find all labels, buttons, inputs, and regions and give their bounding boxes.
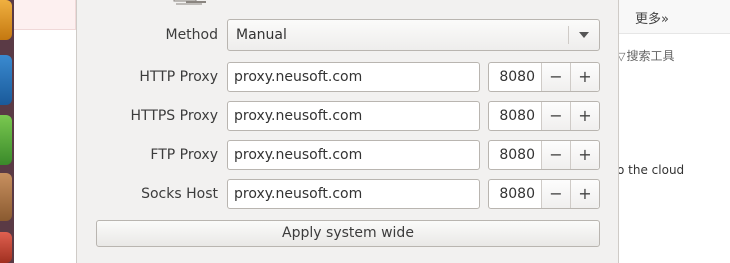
ftp-proxy-port-spinner: 8080 − + [488,140,600,170]
chevron-down-icon [579,32,589,38]
launcher [0,0,14,263]
launcher-app-icon[interactable] [0,0,12,40]
method-combobox[interactable]: Manual [227,19,600,51]
decrement-button[interactable]: − [541,63,570,91]
increment-button[interactable]: + [570,63,599,91]
apply-system-wide-button[interactable]: Apply system wide [96,220,600,247]
ftp-proxy-host-input[interactable]: proxy.neusoft.com [227,140,480,170]
port-value[interactable]: 8080 [489,102,541,130]
launcher-app-icon[interactable] [0,55,12,105]
decrement-button[interactable]: − [541,102,570,130]
socks-host-label: Socks Host [141,186,218,202]
network-proxy-dialog: Method Manual HTTP Proxy proxy.neusoft.c… [76,0,619,263]
background-panel [14,0,76,30]
port-value[interactable]: 8080 [489,63,541,91]
port-value[interactable]: 8080 [489,180,541,208]
launcher-app-icon[interactable] [0,115,12,165]
increment-button[interactable]: + [570,180,599,208]
host-value: proxy.neusoft.com [234,186,363,202]
decrement-button[interactable]: − [541,141,570,169]
launcher-app-icon[interactable] [0,173,12,221]
http-proxy-host-input[interactable]: proxy.neusoft.com [227,62,480,92]
more-link[interactable]: 更多» [635,8,669,27]
host-value: proxy.neusoft.com [234,69,363,85]
increment-button[interactable]: + [570,102,599,130]
https-proxy-port-spinner: 8080 − + [488,101,600,131]
port-value[interactable]: 8080 [489,141,541,169]
host-value: proxy.neusoft.com [234,147,363,163]
http-proxy-label: HTTP Proxy [139,69,218,85]
launcher-app-icon[interactable] [0,232,12,263]
https-proxy-host-input[interactable]: proxy.neusoft.com [227,101,480,131]
increment-button[interactable]: + [570,141,599,169]
socks-port-spinner: 8080 − + [488,179,600,209]
ftp-proxy-label: FTP Proxy [150,147,218,163]
network-icon [173,0,206,5]
combo-separator [568,26,569,44]
decrement-button[interactable]: − [541,180,570,208]
search-tools-label: 搜索工具 [626,49,675,63]
https-proxy-label: HTTPS Proxy [130,108,218,124]
method-label: Method [165,27,218,43]
http-proxy-port-spinner: 8080 − + [488,62,600,92]
socks-host-input[interactable]: proxy.neusoft.com [227,179,480,209]
background-text: o the cloud [617,163,685,177]
method-value: Manual [236,27,287,43]
host-value: proxy.neusoft.com [234,108,363,124]
search-tools-link[interactable]: ▽搜索工具 [617,47,674,64]
